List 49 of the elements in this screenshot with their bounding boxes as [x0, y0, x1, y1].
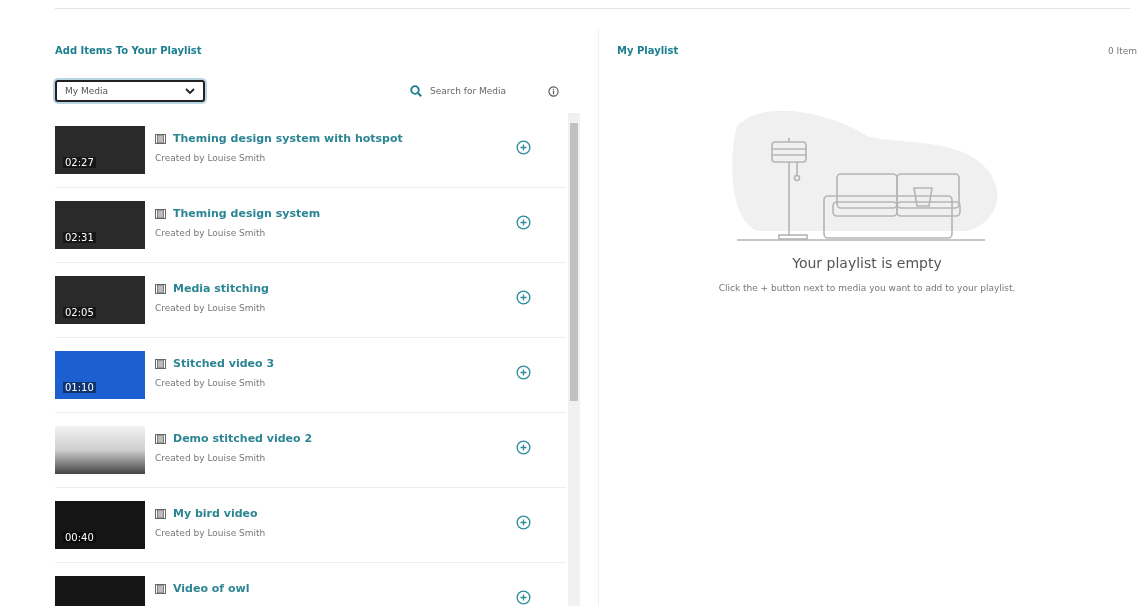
- scrollbar[interactable]: [568, 113, 580, 606]
- media-title[interactable]: Video of owl: [173, 582, 250, 595]
- film-icon: [155, 283, 166, 294]
- creator-text: Created by Louise Smith: [155, 153, 267, 163]
- creator-text: Created by Louise Smith: [155, 228, 267, 238]
- info-icon: [548, 85, 559, 97]
- video-thumbnail[interactable]: 02:31: [55, 201, 145, 249]
- add-icon[interactable]: [516, 290, 531, 305]
- duration-label: 01:10: [63, 382, 96, 393]
- video-thumbnail[interactable]: 01:10: [55, 351, 145, 399]
- film-icon: [155, 358, 166, 369]
- add-icon[interactable]: [516, 140, 531, 155]
- item-count: 0 Item: [1107, 46, 1137, 56]
- creator-text: Created by Louise Smith: [155, 528, 267, 538]
- add-icon[interactable]: [516, 365, 531, 380]
- search-icon: [410, 85, 422, 97]
- duration-label: 02:31: [63, 232, 96, 243]
- empty-message: Click the + button next to media you want to add to your playlist.: [718, 283, 1016, 293]
- empty-heading: Your playlist is empty: [792, 255, 942, 271]
- media-title[interactable]: Stitched video 3: [173, 357, 275, 370]
- video-thumbnail[interactable]: 02:05: [55, 276, 145, 324]
- video-thumbnail[interactable]: 02:27: [55, 126, 145, 174]
- film-icon: [155, 583, 166, 594]
- film-icon: [155, 508, 166, 519]
- media-title[interactable]: Theming design system: [173, 207, 321, 220]
- media-title[interactable]: My bird video: [173, 507, 258, 520]
- creator-text: Created by Louise Smith: [155, 453, 267, 463]
- duration-label: 00:40: [63, 532, 96, 543]
- add-icon[interactable]: [516, 215, 531, 230]
- add-icon[interactable]: [516, 440, 531, 455]
- chevron-down-icon: [185, 87, 195, 95]
- film-icon: [155, 133, 166, 144]
- video-thumbnail[interactable]: 00:40: [55, 501, 145, 549]
- duration-label: 02:27: [63, 157, 96, 168]
- add-icon[interactable]: [516, 515, 531, 530]
- creator-text: Created by Louise Smith: [155, 378, 267, 388]
- film-icon: [155, 433, 166, 444]
- panel-title: Add Items To Your Playlist: [55, 45, 203, 56]
- media-title[interactable]: Demo stitched video 2: [173, 432, 313, 445]
- scrollbar-thumb[interactable]: [570, 123, 578, 401]
- duration-label: 02:05: [63, 307, 96, 318]
- panel-title: My Playlist: [617, 45, 679, 56]
- video-thumbnail[interactable]: [55, 426, 145, 474]
- add-icon[interactable]: [516, 590, 531, 605]
- media-title[interactable]: Media stitching: [173, 282, 269, 295]
- creator-text: Created by Louise Smith: [155, 303, 267, 313]
- source-dropdown[interactable]: My Media: [55, 80, 205, 102]
- film-icon: [155, 208, 166, 219]
- media-title[interactable]: Theming design system with hotspot: [173, 132, 403, 145]
